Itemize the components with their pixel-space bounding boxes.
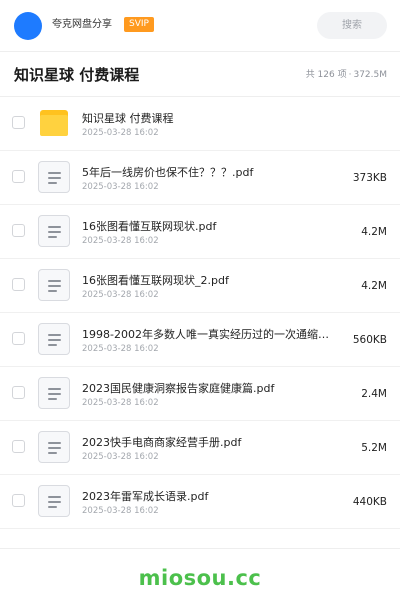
file-size: 2.4M [361,388,387,400]
list-item[interactable]: 1998-2002年多数人唯一真实经历过的一次通缩… 2025-03-28 16… [0,313,400,367]
file-name: 1998-2002年多数人唯一真实经历过的一次通缩… [82,328,329,341]
select-checkbox[interactable] [12,278,25,291]
document-icon [38,215,70,247]
list-item[interactable]: 16张图看懂互联网现状_2.pdf 2025-03-28 16:02 4.2M [0,259,400,313]
document-icon [38,485,70,517]
list-item[interactable]: 16张图看懂互联网现状.pdf 2025-03-28 16:02 4.2M [0,205,400,259]
file-date: 2025-03-28 16:02 [82,344,159,354]
list-item[interactable]: 2023国民健康洞察报告家庭健康篇.pdf 2025-03-28 16:02 2… [0,367,400,421]
list-item[interactable]: 2023年雷军成长语录.pdf 2025-03-28 16:02 440KB [0,475,400,529]
file-size: 560KB [352,334,387,346]
avatar[interactable] [14,12,42,40]
file-date: 2025-03-28 16:02 [82,128,159,138]
file-date: 2025-03-28 16:02 [82,398,159,408]
file-name: 2023国民健康洞察报告家庭健康篇.pdf [82,382,275,395]
file-date: 2025-03-28 16:02 [82,290,159,300]
select-checkbox[interactable] [12,170,25,183]
total-size: 372.5M [353,70,387,80]
footer-divider [0,548,400,549]
select-checkbox[interactable] [12,440,25,453]
file-size: 4.2M [361,226,387,238]
file-date: 2025-03-28 16:02 [82,506,159,516]
document-icon [38,323,70,355]
file-name: 2023快手电商商家经营手册.pdf [82,436,242,449]
folder-icon [38,107,70,139]
select-checkbox[interactable] [12,386,25,399]
item-count: 共 126 项 [305,70,347,80]
file-name: 知识星球 付费课程 [82,112,174,125]
select-checkbox[interactable] [12,116,25,129]
list-item[interactable]: 2023快手电商商家经营手册.pdf 2025-03-28 16:02 5.2M [0,421,400,475]
page-title: 知识星球 付费课程 [14,66,140,84]
svip-badge: SVIP [124,17,154,32]
file-size: 4.2M [361,280,387,292]
list-item[interactable]: 知识星球 付费课程 2025-03-28 16:02 [0,97,400,151]
folder-header: 知识星球 付费课程 共 126 项 · 372.5M [0,53,400,97]
select-checkbox[interactable] [12,332,25,345]
document-icon [38,377,70,409]
file-date: 2025-03-28 16:02 [82,236,159,246]
file-date: 2025-03-28 16:02 [82,182,159,192]
folder-summary: 共 126 项 · 372.5M [306,69,387,81]
file-size: 440KB [352,496,387,508]
select-checkbox[interactable] [12,224,25,237]
list-item[interactable]: 5年后一线房价也保不住？？？.pdf 2025-03-28 16:02 373K… [0,151,400,205]
search-input[interactable]: 搜索 [317,12,387,39]
top-bar: 夸克网盘分享 SVIP 搜索 [0,0,400,52]
file-size: 5.2M [361,442,387,454]
file-size: 373KB [352,172,387,184]
file-name: 5年后一线房价也保不住？？？.pdf [82,166,254,179]
file-date: 2025-03-28 16:02 [82,452,159,462]
file-name: 16张图看懂互联网现状_2.pdf [82,274,229,287]
file-name: 16张图看懂互联网现状.pdf [82,220,217,233]
select-checkbox[interactable] [12,494,25,507]
document-icon [38,161,70,193]
share-name: 夸克网盘分享 [52,19,112,30]
file-list: 知识星球 付费课程 2025-03-28 16:02 5年后一线房价也保不住？？… [0,97,400,529]
watermark: miosou.cc [138,566,262,590]
document-icon [38,431,70,463]
document-icon [38,269,70,301]
file-name: 2023年雷军成长语录.pdf [82,490,209,503]
